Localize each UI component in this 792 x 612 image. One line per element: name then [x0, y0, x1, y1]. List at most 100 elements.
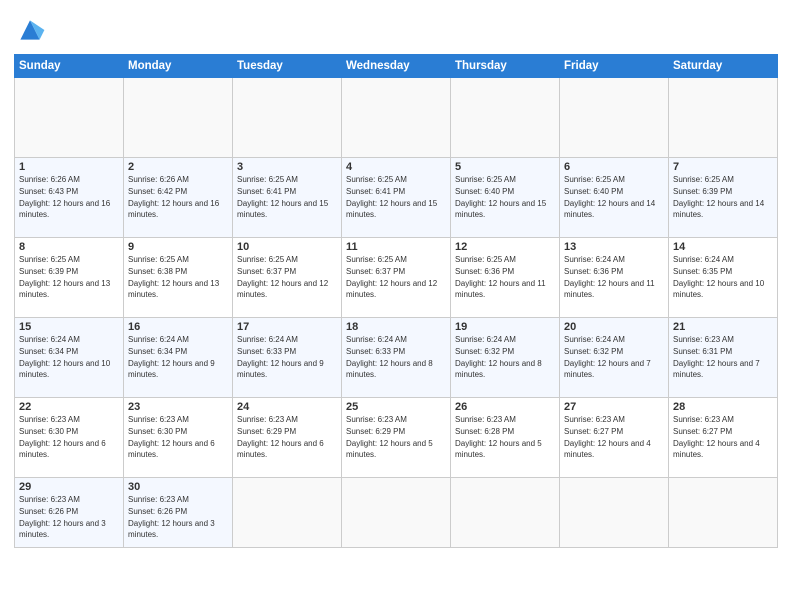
calendar-cell: [451, 78, 560, 158]
cell-sunset: Sunset: 6:42 PM: [128, 187, 187, 196]
page: SundayMondayTuesdayWednesdayThursdayFrid…: [0, 0, 792, 612]
day-number: 3: [237, 161, 337, 173]
cell-daylight: Daylight: 12 hours and 15 minutes.: [455, 199, 546, 220]
cell-sunrise: Sunrise: 6:23 AM: [564, 415, 625, 424]
header: [14, 10, 778, 46]
cell-daylight: Daylight: 12 hours and 6 minutes.: [128, 439, 215, 460]
calendar-cell: [15, 78, 124, 158]
day-number: 4: [346, 161, 446, 173]
calendar-cell: [669, 78, 778, 158]
calendar-cell: 16 Sunrise: 6:24 AM Sunset: 6:34 PM Dayligh…: [124, 318, 233, 398]
calendar-cell: 12Sunrise: 6:25 AMSunset: 6:36 PMDayligh…: [451, 238, 560, 318]
day-number: 12: [455, 241, 555, 253]
cell-sunset: Sunset: 6:27 PM: [673, 427, 732, 436]
cell-sunset: Sunset: 6:30 PM: [128, 427, 187, 436]
cell-sunset: Sunset: 6:35 PM: [673, 267, 732, 276]
calendar-cell: 23Sunrise: 6:23 AMSunset: 6:30 PMDayligh…: [124, 398, 233, 478]
calendar-header-wednesday: Wednesday: [342, 55, 451, 78]
day-number: 5: [455, 161, 555, 173]
cell-daylight: Daylight: 12 hours and 4 minutes.: [564, 439, 651, 460]
cell-sunrise: Sunrise: 6:23 AM: [455, 415, 516, 424]
calendar-cell: 20Sunrise: 6:24 AMSunset: 6:32 PMDayligh…: [560, 318, 669, 398]
calendar-cell: 15Sunrise: 6:24 AMSunset: 6:34 PMDayligh…: [15, 318, 124, 398]
calendar-cell: 8Sunrise: 6:25 AMSunset: 6:39 PMDaylight…: [15, 238, 124, 318]
cell-daylight: Daylight: 12 hours and 4 minutes.: [673, 439, 760, 460]
cell-daylight: Daylight: 12 hours and 8 minutes.: [346, 359, 433, 380]
cell-sunset: Sunset: 6:26 PM: [19, 507, 78, 516]
calendar-cell: 17Sunrise: 6:24 AMSunset: 6:33 PMDayligh…: [233, 318, 342, 398]
day-number: 19: [455, 321, 555, 333]
calendar-header-sunday: Sunday: [15, 55, 124, 78]
day-number: 11: [346, 241, 446, 253]
cell-sunrise: Sunrise: 6:25 AM: [673, 175, 734, 184]
cell-sunset: Sunset: 6:40 PM: [564, 187, 623, 196]
cell-daylight: Daylight: 12 hours and 11 minutes.: [564, 279, 655, 300]
cell-daylight: Daylight: 12 hours and 7 minutes.: [564, 359, 651, 380]
day-number: 17: [237, 321, 337, 333]
day-number: 10: [237, 241, 337, 253]
cell-sunset: Sunset: 6:29 PM: [346, 427, 405, 436]
cell-sunrise: Sunrise: 6:26 AM: [19, 175, 80, 184]
calendar-cell: [669, 478, 778, 548]
calendar-cell: 2Sunrise: 6:26 AMSunset: 6:42 PMDaylight…: [124, 158, 233, 238]
cell-daylight: Daylight: 12 hours and 15 minutes.: [346, 199, 437, 220]
cell-daylight: Daylight: 12 hours and 9 minutes.: [128, 359, 215, 380]
cell-sunrise: Sunrise: 6:25 AM: [128, 255, 189, 264]
cell-sunrise: Sunrise: 6:25 AM: [564, 175, 625, 184]
logo: [14, 14, 50, 46]
calendar-week-row: [15, 78, 778, 158]
day-number: 7: [673, 161, 773, 173]
calendar-cell: [451, 478, 560, 548]
calendar-week-row: 1Sunrise: 6:26 AMSunset: 6:43 PMDaylight…: [15, 158, 778, 238]
day-number: 6: [564, 161, 664, 173]
cell-sunset: Sunset: 6:28 PM: [455, 427, 514, 436]
cell-sunset: Sunset: 6:41 PM: [237, 187, 296, 196]
cell-sunset: Sunset: 6:27 PM: [564, 427, 623, 436]
cell-sunrise: Sunrise: 6:25 AM: [346, 255, 407, 264]
calendar-cell: 19Sunrise: 6:24 AMSunset: 6:32 PMDayligh…: [451, 318, 560, 398]
cell-sunset: Sunset: 6:34 PM: [128, 347, 187, 356]
cell-sunset: Sunset: 6:39 PM: [19, 267, 78, 276]
calendar-header-thursday: Thursday: [451, 55, 560, 78]
cell-sunrise: Sunrise: 6:25 AM: [455, 255, 516, 264]
cell-sunset: Sunset: 6:41 PM: [346, 187, 405, 196]
cell-sunrise: Sunrise: 6:24 AM: [455, 335, 516, 344]
calendar-cell: 24Sunrise: 6:23 AMSunset: 6:29 PMDayligh…: [233, 398, 342, 478]
calendar-cell: 5Sunrise: 6:25 AMSunset: 6:40 PMDaylight…: [451, 158, 560, 238]
cell-daylight: Daylight: 12 hours and 8 minutes.: [455, 359, 542, 380]
cell-sunrise: Sunrise: 6:24 AM: [19, 335, 80, 344]
cell-sunset: Sunset: 6:43 PM: [19, 187, 78, 196]
calendar-cell: 13Sunrise: 6:24 AMSunset: 6:36 PMDayligh…: [560, 238, 669, 318]
day-number: 8: [19, 241, 119, 253]
cell-sunset: Sunset: 6:34 PM: [19, 347, 78, 356]
cell-sunrise: Sunrise: 6:24 AM: [128, 335, 189, 344]
calendar-cell: 1Sunrise: 6:26 AMSunset: 6:43 PMDaylight…: [15, 158, 124, 238]
cell-sunrise: Sunrise: 6:25 AM: [455, 175, 516, 184]
calendar-cell: 28Sunrise: 6:23 AMSunset: 6:27 PMDayligh…: [669, 398, 778, 478]
cell-daylight: Daylight: 12 hours and 3 minutes.: [128, 519, 215, 540]
calendar-week-row: 29Sunrise: 6:23 AMSunset: 6:26 PMDayligh…: [15, 478, 778, 548]
calendar-cell: 25Sunrise: 6:23 AMSunset: 6:29 PMDayligh…: [342, 398, 451, 478]
calendar-cell: [342, 78, 451, 158]
day-number: 20: [564, 321, 664, 333]
day-number: 16: [128, 321, 228, 333]
cell-sunrise: Sunrise: 6:25 AM: [346, 175, 407, 184]
calendar-cell: 3Sunrise: 6:25 AMSunset: 6:41 PMDaylight…: [233, 158, 342, 238]
calendar-table: SundayMondayTuesdayWednesdayThursdayFrid…: [14, 54, 778, 548]
calendar-cell: 27Sunrise: 6:23 AMSunset: 6:27 PMDayligh…: [560, 398, 669, 478]
calendar-cell: 30Sunrise: 6:23 AMSunset: 6:26 PMDayligh…: [124, 478, 233, 548]
cell-sunrise: Sunrise: 6:25 AM: [237, 175, 298, 184]
cell-sunset: Sunset: 6:33 PM: [237, 347, 296, 356]
logo-icon: [14, 14, 46, 46]
calendar-header-tuesday: Tuesday: [233, 55, 342, 78]
calendar-cell: 22Sunrise: 6:23 AMSunset: 6:30 PMDayligh…: [15, 398, 124, 478]
calendar-cell: [233, 78, 342, 158]
calendar-cell: 21Sunrise: 6:23 AMSunset: 6:31 PMDayligh…: [669, 318, 778, 398]
calendar-cell: 6Sunrise: 6:25 AMSunset: 6:40 PMDaylight…: [560, 158, 669, 238]
cell-sunrise: Sunrise: 6:23 AM: [237, 415, 298, 424]
cell-daylight: Daylight: 12 hours and 16 minutes.: [128, 199, 219, 220]
cell-sunset: Sunset: 6:32 PM: [564, 347, 623, 356]
calendar-header-row: SundayMondayTuesdayWednesdayThursdayFrid…: [15, 55, 778, 78]
calendar-cell: 14Sunrise: 6:24 AMSunset: 6:35 PMDayligh…: [669, 238, 778, 318]
day-number: 13: [564, 241, 664, 253]
